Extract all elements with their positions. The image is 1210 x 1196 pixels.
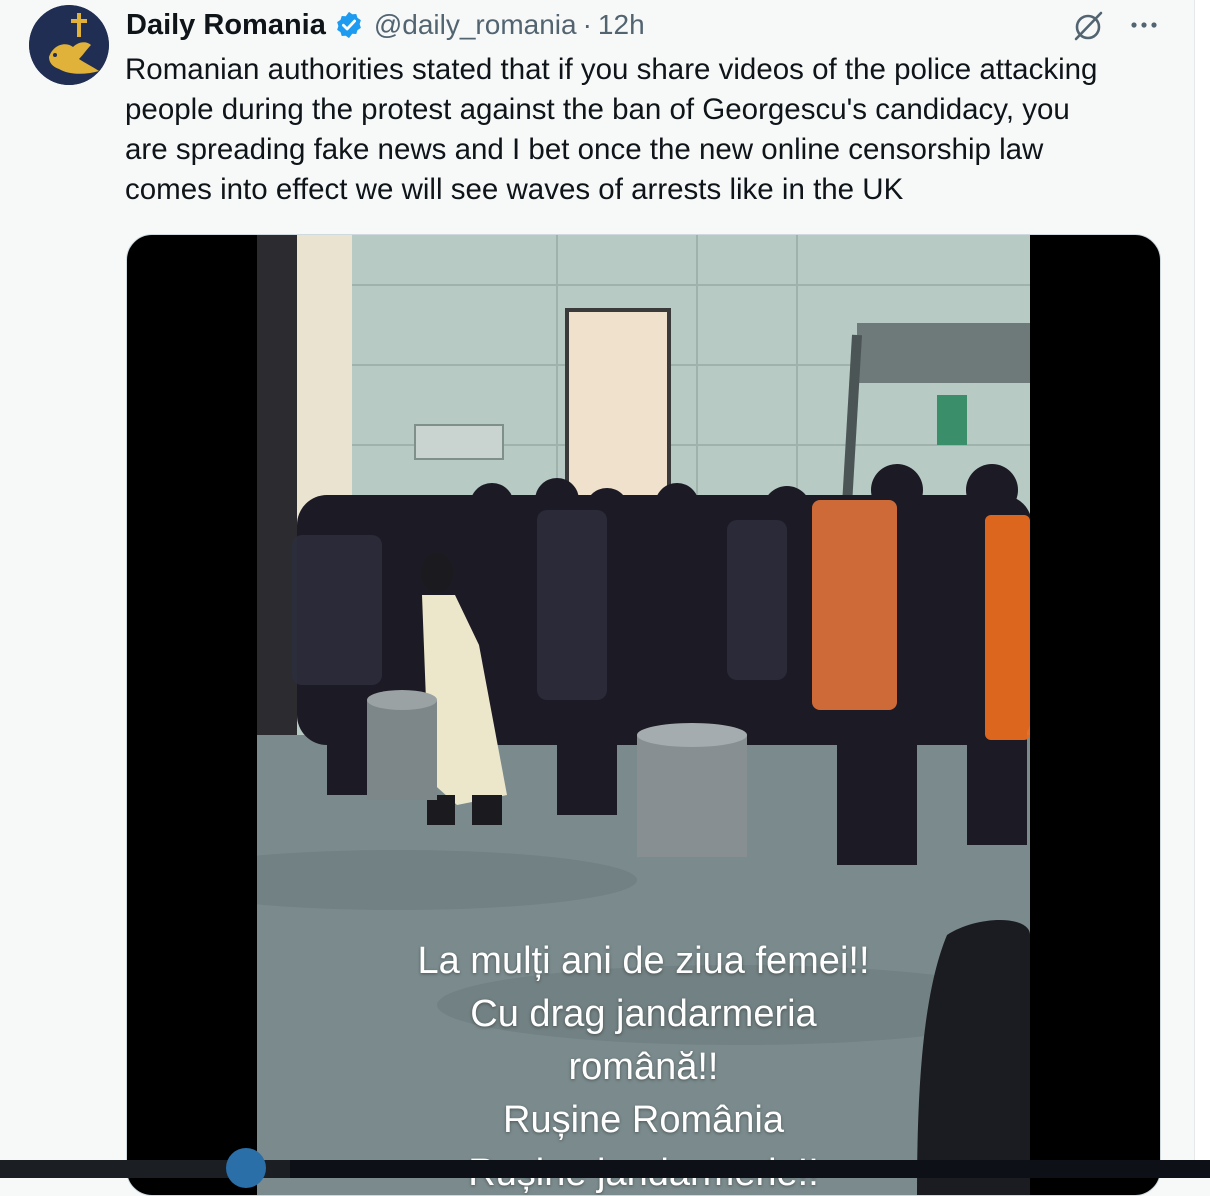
tweet-text-line: people during the protest against the ba… [125, 93, 1070, 126]
tweet-text-line: are spreading fake news and I bet once t… [125, 133, 1044, 166]
avatar-dove-cross-icon [29, 5, 109, 85]
video-player[interactable]: La mulți ani de ziua femei!! Cu drag jan… [126, 234, 1161, 1196]
video-caption: La mulți ani de ziua femei!! Cu drag jan… [257, 935, 1030, 1195]
tweet-text: Romanian authorities stated that if you … [125, 50, 1175, 210]
caption-line: La mulți ani de ziua femei!! [417, 940, 870, 982]
avatar[interactable] [29, 5, 109, 85]
video-frame[interactable]: La mulți ani de ziua femei!! Cu drag jan… [257, 235, 1030, 1195]
tweet-header: Daily Romania @daily_romania · 12h [126, 6, 645, 44]
tweet-card[interactable]: Daily Romania @daily_romania · 12h Roman… [0, 0, 1194, 1196]
display-name[interactable]: Daily Romania [126, 9, 326, 42]
taskbar [0, 1160, 1210, 1178]
caption-line: Cu drag jandarmeria [470, 993, 817, 1035]
tweet-text-line: Romanian authorities stated that if you … [125, 53, 1098, 86]
more-options-icon[interactable] [1124, 10, 1164, 40]
timestamp[interactable]: 12h [598, 9, 645, 41]
handle[interactable]: @daily_romania [374, 9, 577, 41]
taskbar-app-icon[interactable] [226, 1148, 266, 1188]
tweet-text-line: comes into effect we will see waves of a… [125, 173, 904, 206]
grok-icon[interactable] [1070, 8, 1106, 44]
scrollbar[interactable] [1194, 0, 1210, 1160]
separator-dot: · [582, 9, 592, 40]
verified-badge-icon [336, 11, 361, 39]
caption-line: Rușine România [503, 1099, 784, 1141]
caption-line: română!! [568, 1046, 719, 1088]
